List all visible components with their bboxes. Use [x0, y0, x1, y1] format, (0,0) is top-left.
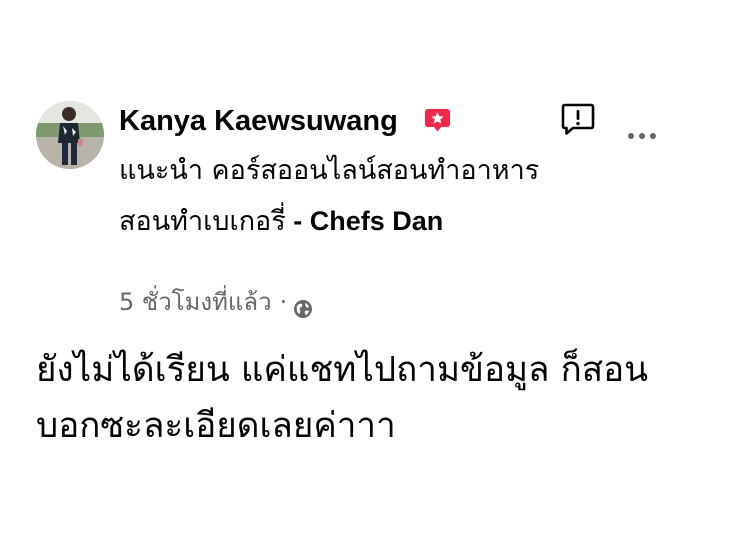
avatar[interactable]: [36, 101, 104, 169]
top-fan-badge-icon: [424, 107, 451, 133]
meta-separator: ·: [279, 288, 288, 316]
comment-meta: 5 ชั่วโมงที่แล้ว ·: [119, 283, 313, 321]
author-subtitle: แนะนำ คอร์สออนไลน์สอนทำอาหาร สอนทำเบเกอร…: [119, 146, 549, 247]
subtitle-separator: -: [285, 206, 310, 236]
report-icon[interactable]: [560, 102, 596, 136]
globe-icon: [293, 292, 313, 318]
avatar-photo: [36, 101, 104, 169]
more-options-icon[interactable]: [626, 127, 658, 139]
subtitle-brand: Chefs Dan: [309, 206, 444, 236]
comment-author-name[interactable]: Kanya Kaewsuwang: [119, 103, 398, 139]
comment-text: ยังไม่ได้เรียน แค่แชทไปถามข้อมูล ก็สอนบอ…: [36, 350, 649, 446]
comment-timestamp[interactable]: 5 ชั่วโมงที่แล้ว: [119, 283, 272, 321]
